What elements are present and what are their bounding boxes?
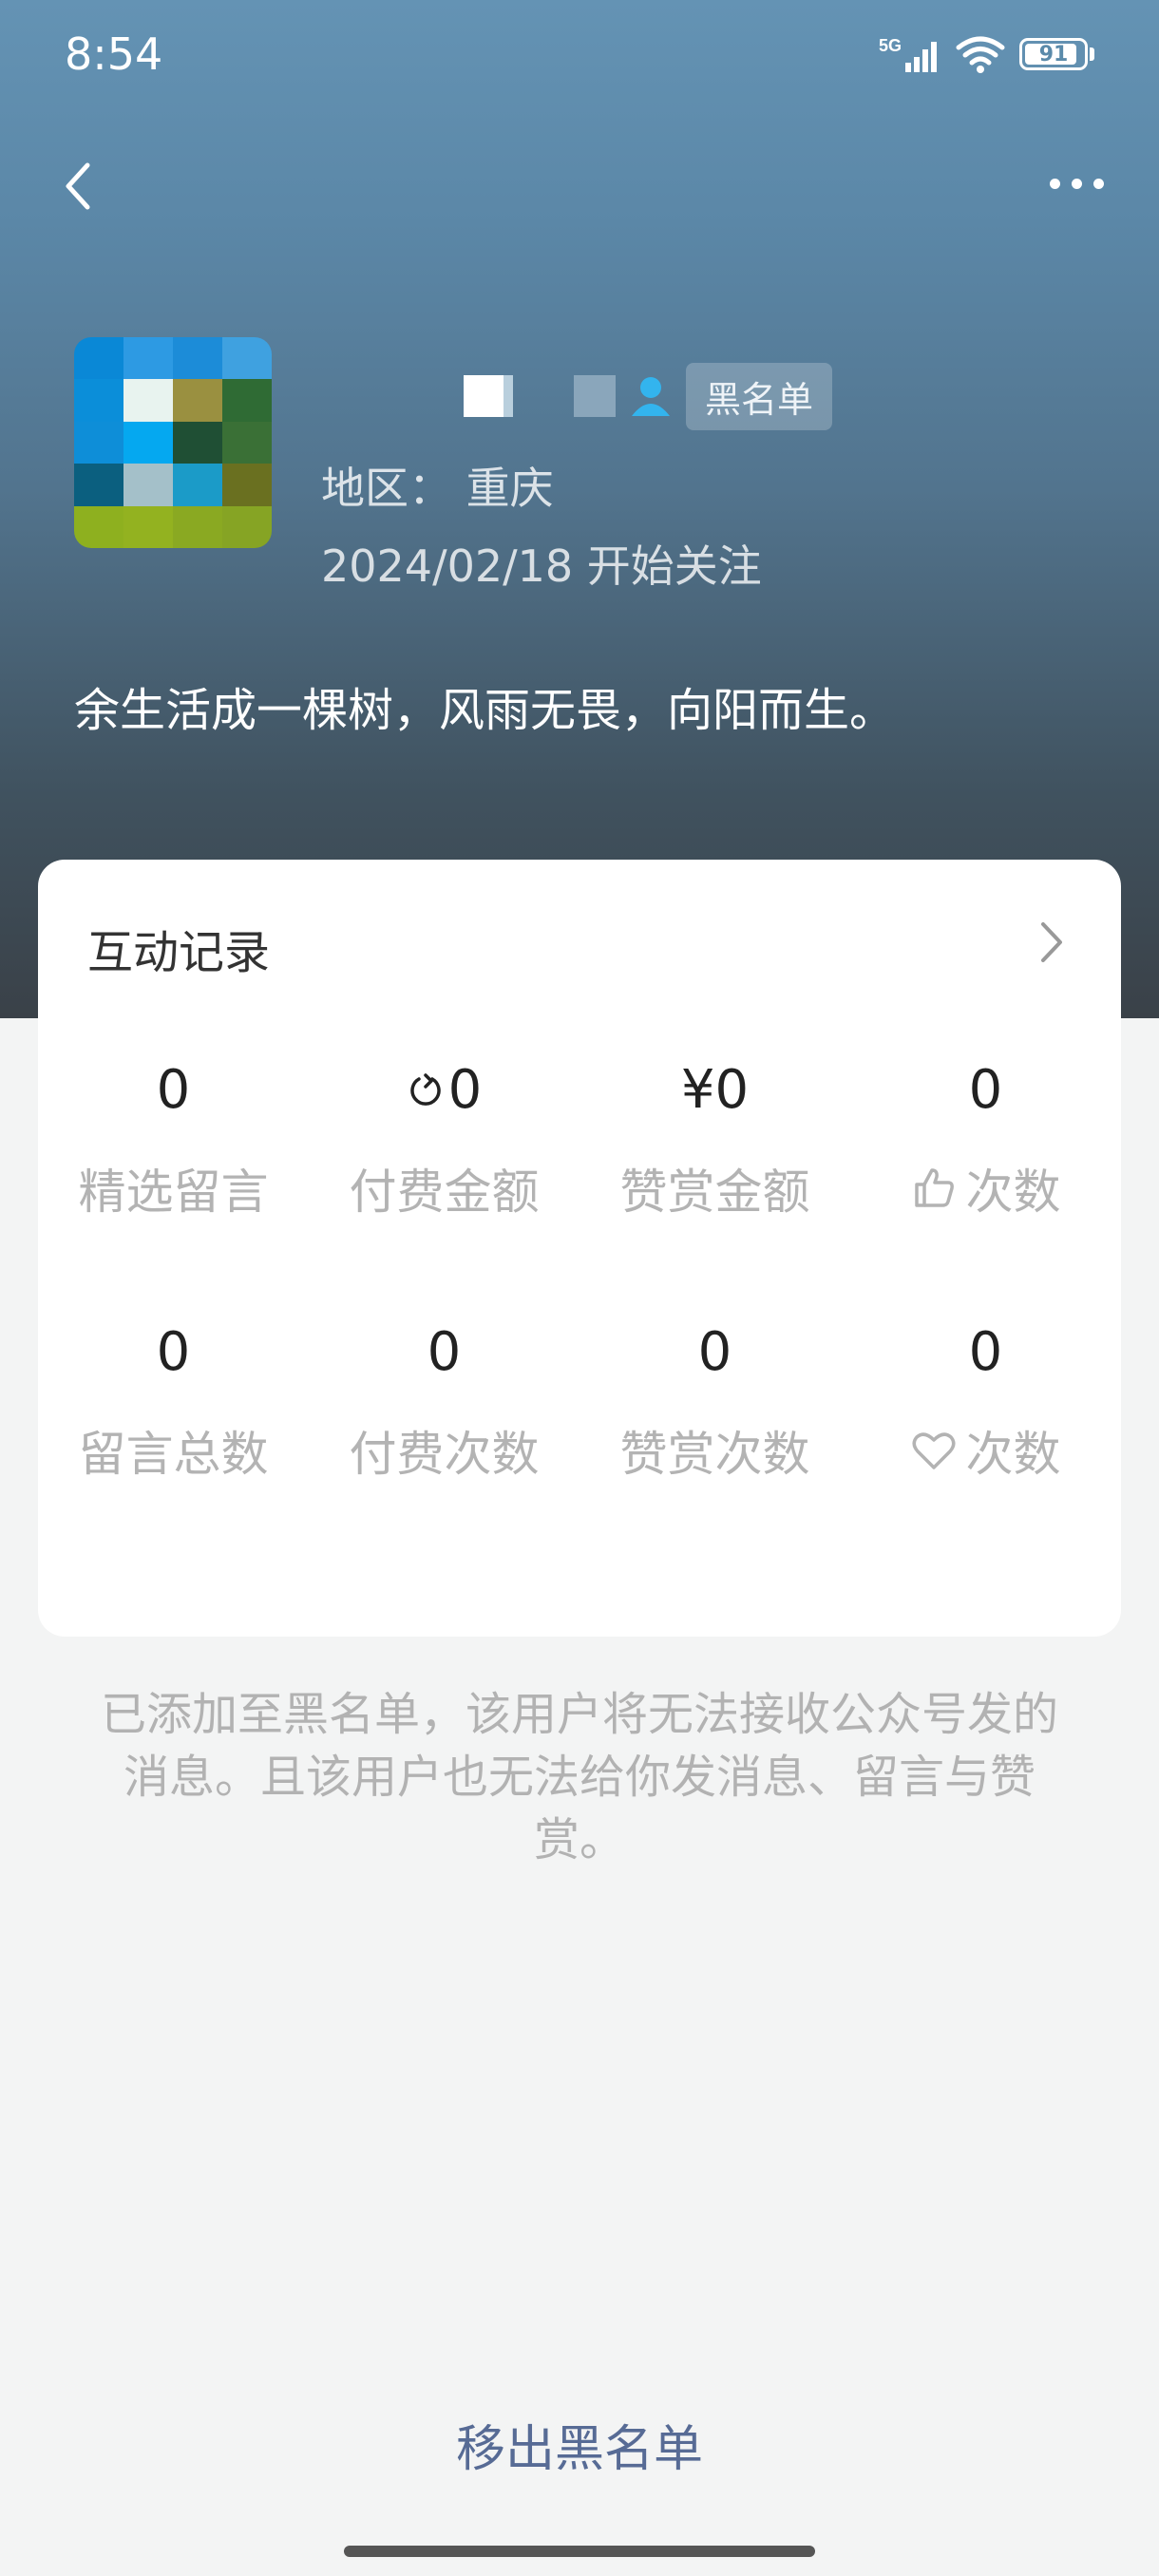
stat-value: 0 (697, 1321, 732, 1383)
stat-total-comments[interactable]: 0 留言总数 (38, 1319, 309, 1582)
stat-value: 0 (156, 1059, 191, 1121)
signature-text: 余生活成一棵树，风雨无畏，向阳而生。 (74, 684, 896, 737)
stat-reward-count[interactable]: 0 赞赏次数 (580, 1319, 850, 1582)
blacklist-notice: 已添加至黑名单，该用户将无法接收公众号发的消息。且该用户也无法给你发消息、留言与… (100, 1688, 1058, 1866)
stat-label: 赞赏次数 (619, 1427, 810, 1482)
chevron-right-icon[interactable] (1037, 919, 1066, 966)
battery-level: 91 (1038, 42, 1069, 66)
coin-icon (409, 1073, 441, 1106)
stat-value-wrap: 0 (309, 1057, 580, 1124)
stat-value: 0 (156, 1321, 191, 1383)
stat-value: 0 (968, 1321, 1003, 1383)
stat-label-wrap: 次数 (850, 1154, 1121, 1222)
network-label: 5G (879, 36, 902, 55)
heart-icon (912, 1432, 955, 1469)
thumbs-up-icon (914, 1168, 954, 1207)
stat-heart-count[interactable]: 0 次数 (850, 1319, 1121, 1582)
more-dots-icon (1050, 179, 1060, 189)
stat-label: 留言总数 (78, 1427, 269, 1482)
stat-label: 赞赏金额 (619, 1165, 810, 1220)
nickname-row: 黑名单 (323, 362, 833, 430)
stat-paid-amount[interactable]: 0 付费金额 (309, 1057, 580, 1319)
follow-date-text: 2024/02/18 开始关注 (321, 540, 762, 592)
interaction-record-title: 互动记录 (87, 926, 271, 979)
cellular-signal-icon: 5G (879, 36, 937, 72)
remove-from-blacklist-button[interactable]: 移出黑名单 (0, 2409, 1159, 2480)
blacklist-badge: 黑名单 (686, 362, 833, 430)
user-icon (632, 377, 670, 416)
region-text: 地区： 重庆 (321, 463, 554, 514)
stat-reward-amount[interactable]: ¥0 赞赏金额 (580, 1057, 850, 1319)
stat-value: ¥0 (680, 1059, 750, 1121)
back-button[interactable] (55, 156, 103, 217)
redacted-nickname-tail (574, 375, 616, 417)
stat-label: 付费金额 (349, 1165, 540, 1220)
stat-featured-comments[interactable]: 0 精选留言 (38, 1057, 309, 1319)
stat-paid-count[interactable]: 0 付费次数 (309, 1319, 580, 1582)
stat-value: 0 (427, 1321, 462, 1383)
stats-grid: 0 精选留言 0 付费金额 ¥0 赞赏金额 0 次数 0 留言总数 0 付费次数… (38, 1057, 1121, 1582)
stat-label: 次数 (965, 1427, 1061, 1482)
status-icons: 5G 91 (879, 34, 1094, 74)
status-time: 8:54 (65, 28, 163, 80)
stat-label-wrap: 次数 (850, 1416, 1121, 1485)
more-options-button[interactable] (1050, 179, 1104, 189)
avatar[interactable] (74, 337, 272, 548)
stat-like-count[interactable]: 0 次数 (850, 1057, 1121, 1319)
home-indicator[interactable] (344, 2546, 815, 2557)
battery-icon: 91 (1019, 38, 1088, 70)
stat-value: 0 (968, 1059, 1003, 1121)
stat-label: 次数 (965, 1165, 1061, 1220)
stat-label: 精选留言 (78, 1165, 269, 1220)
redacted-nickname (464, 375, 513, 417)
interaction-record-card: 互动记录 0 精选留言 0 付费金额 ¥0 赞赏金额 0 次数 0 留言总数 0… (38, 860, 1121, 1637)
stat-label: 付费次数 (349, 1427, 540, 1482)
stat-value: 0 (447, 1059, 483, 1121)
wifi-icon (956, 36, 1005, 73)
